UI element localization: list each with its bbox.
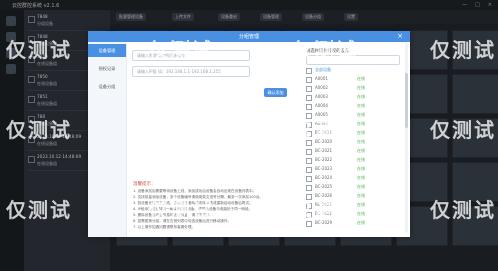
- tab-device-management[interactable]: 设备管理: [88, 44, 126, 57]
- close-icon[interactable]: ×: [397, 32, 403, 40]
- tree-group-row[interactable]: 全部设备: [306, 66, 406, 75]
- tree-row[interactable]: A0004 在线: [306, 102, 406, 111]
- checkbox[interactable]: [306, 104, 312, 110]
- watermark: 仅测试: [148, 198, 214, 222]
- tab-device-group[interactable]: 设备分组: [88, 80, 126, 93]
- checkbox[interactable]: [306, 68, 312, 74]
- checkbox[interactable]: [306, 167, 312, 173]
- checkbox[interactable]: [306, 185, 312, 191]
- watermark: 仅测试: [430, 38, 496, 62]
- checkbox[interactable]: [306, 95, 312, 101]
- checkbox[interactable]: [306, 149, 312, 155]
- checkbox[interactable]: [306, 77, 312, 83]
- tree-row[interactable]: A0001 在线: [306, 75, 406, 84]
- notice-title: 温馨提示：: [133, 182, 156, 187]
- tree-row[interactable]: BC-2021 在线: [306, 147, 406, 156]
- notice-line: 7. 以上操作如遇问题请联系客服处理。: [133, 225, 196, 229]
- checkbox[interactable]: [306, 176, 312, 182]
- scrollbar[interactable]: [405, 43, 408, 233]
- watermark: 仅测试: [6, 198, 72, 222]
- watermark: 仅测试: [292, 198, 358, 222]
- group-label: 全部设备: [315, 67, 331, 72]
- dialog-tabs: 设备管理 授权记录 设备分组: [88, 42, 127, 237]
- tree-row[interactable]: BC-2024 在线: [306, 174, 406, 183]
- dialog-title: 分组管理: [238, 34, 259, 40]
- tab-authorization-records[interactable]: 授权记录: [88, 62, 126, 75]
- tree-row[interactable]: BC-2022 在线: [306, 156, 406, 165]
- watermark: 仅测试: [430, 198, 496, 222]
- group-management-dialog: 分组管理 × 设备管理 授权记录 设备分组 请输入需要添加的设备编号 请输入IP…: [88, 31, 410, 237]
- checkbox[interactable]: [306, 158, 312, 164]
- dialog-header: 分组管理 ×: [88, 31, 410, 42]
- checkbox[interactable]: [306, 86, 312, 92]
- tree-row[interactable]: A0002 在线: [306, 84, 406, 93]
- watermark: 仅测试: [6, 118, 72, 142]
- watermark: 仅测试: [148, 118, 214, 142]
- tree-row[interactable]: BC-2023 在线: [306, 165, 406, 174]
- watermark: 仅测试: [148, 38, 214, 62]
- tree-row[interactable]: A0003 在线: [306, 93, 406, 102]
- watermark: 仅测试: [6, 38, 72, 62]
- watermark: 仅测试: [292, 118, 358, 142]
- scrollbar-thumb[interactable]: [405, 73, 408, 128]
- confirm-add-button[interactable]: 确认添加: [264, 88, 287, 97]
- watermark: 仅测试: [430, 118, 496, 142]
- watermark: 仅测试: [292, 38, 358, 62]
- tree-row[interactable]: BC-2025 在线: [306, 183, 406, 192]
- ip-range-input[interactable]: 请输入IP段 如：192.168.1.1-192.168.1.255: [132, 66, 250, 77]
